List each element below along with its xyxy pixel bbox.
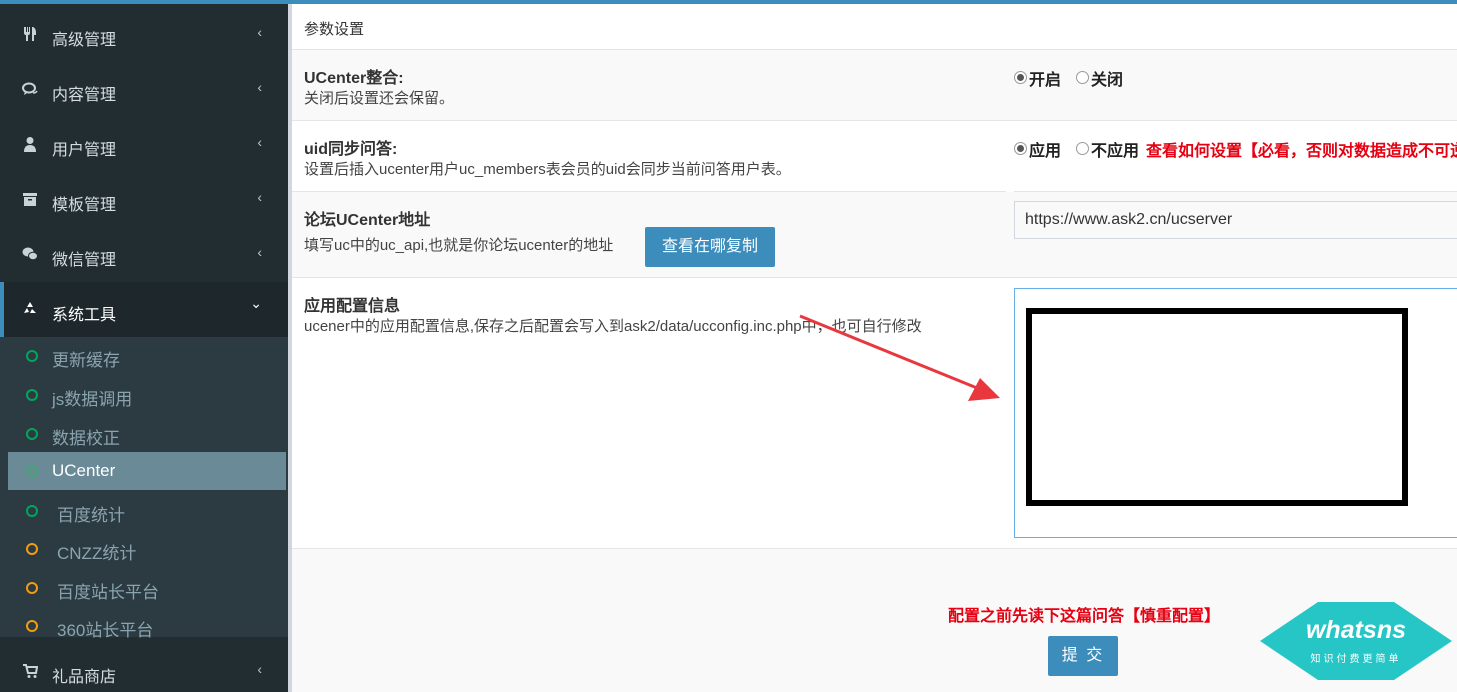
radio-uid-no-apply[interactable]: 不应用 [1076, 137, 1139, 161]
submenu-system-tools: 更新缓存 js数据调用 数据校正 UCenter 百度统计 CNZZ统计 百度站… [0, 337, 288, 640]
forum-url-input[interactable]: https://www.ask2.cn/ucserver [1014, 201, 1457, 239]
submenu-item-baidu-stats[interactable]: 百度统计 [8, 492, 286, 530]
submenu-item-cnzz-stats[interactable]: CNZZ统计 [8, 530, 286, 568]
logo-brand: whatsns [1305, 616, 1407, 644]
sidebar: 高级管理 ‹ 内容管理 ‹ 用户管理 ‹ 模板管理 ‹ 微信管理 ‹ 系统工具 … [0, 4, 288, 692]
sidebar-item-label: 礼品商店 [52, 669, 117, 686]
ucenter-integration-desc: 关闭后设置还会保留。 [304, 90, 455, 107]
cutlery-icon [24, 27, 36, 41]
sidebar-item-content[interactable]: 内容管理 ‹ [0, 62, 288, 117]
circle-icon [26, 620, 38, 632]
recycle-icon [24, 302, 36, 313]
circle-icon [26, 582, 38, 594]
wechat-icon [22, 247, 38, 261]
submenu-item-label: 百度统计 [57, 506, 125, 525]
page-title: 参数设置 [304, 21, 365, 38]
radio-uid-apply[interactable]: 应用 [1014, 137, 1061, 161]
where-to-copy-button[interactable]: 查看在哪复制 [645, 227, 775, 267]
sidebar-item-system-tools[interactable]: 系统工具 ⌄ [0, 282, 288, 337]
whatsns-logo: whatsns 知识付费更简单 [1258, 600, 1454, 682]
submenu-item-data-correction[interactable]: 数据校正 [8, 415, 286, 453]
uid-sync-label: uid同步问答: [304, 141, 398, 158]
chevron-left-icon: ‹ [257, 24, 262, 40]
cart-icon [23, 664, 38, 678]
redaction-box [1026, 308, 1408, 506]
chevron-down-icon: ⌄ [250, 295, 262, 311]
radio-checked-icon [1014, 142, 1027, 155]
divider [292, 120, 1457, 121]
submenu-item-ucenter[interactable]: UCenter [8, 452, 286, 490]
read-first-link[interactable]: 配置之前先读下这篇问答【慎重配置】 [948, 602, 1220, 626]
forum-url-label: 论坛UCenter地址 [304, 212, 431, 229]
submenu-item-label: 360站长平台 [57, 621, 154, 640]
radio-checked-icon [1014, 71, 1027, 84]
submenu-item-update-cache[interactable]: 更新缓存 [8, 337, 286, 375]
sidebar-item-wechat[interactable]: 微信管理 ‹ [0, 227, 288, 282]
sidebar-item-advanced[interactable]: 高级管理 ‹ [0, 7, 288, 62]
circle-icon [26, 428, 38, 440]
submenu-item-label: 更新缓存 [52, 351, 120, 370]
sidebar-item-label: 微信管理 [52, 252, 117, 269]
uid-sync-desc: 设置后插入ucenter用户uc_members表会员的uid会同步当前问答用户… [304, 161, 791, 178]
submit-button[interactable]: 提 交 [1048, 636, 1118, 676]
divider [292, 277, 1457, 278]
radio-label: 不应用 [1091, 143, 1140, 160]
radio-unchecked-icon [1076, 142, 1089, 155]
ucenter-integration-label: UCenter整合: [304, 70, 404, 87]
user-icon [24, 137, 36, 152]
sidebar-item-users[interactable]: 用户管理 ‹ [0, 117, 288, 172]
chat-icon [22, 82, 38, 95]
sidebar-item-label: 系统工具 [52, 307, 117, 324]
forum-url-desc: 填写uc中的uc_api,也就是你论坛ucenter的地址 [304, 237, 614, 254]
sidebar-item-gift-shop[interactable]: 礼品商店 ‹ [0, 644, 288, 692]
radio-ucenter-on[interactable]: 开启 [1014, 66, 1061, 90]
circle-icon [26, 505, 38, 517]
archive-icon [23, 193, 37, 206]
sidebar-item-label: 模板管理 [52, 197, 117, 214]
submenu-item-label: CNZZ统计 [57, 544, 137, 563]
chevron-left-icon: ‹ [257, 79, 262, 95]
row-ucenter-integration [292, 50, 1457, 120]
sidebar-item-label: 高级管理 [52, 32, 117, 49]
sidebar-item-label: 内容管理 [52, 87, 117, 104]
chevron-left-icon: ‹ [257, 244, 262, 260]
submenu-item-js-data[interactable]: js数据调用 [8, 376, 286, 414]
radio-label: 开启 [1029, 72, 1062, 89]
submenu-item-label: UCenter [52, 461, 116, 480]
chevron-left-icon: ‹ [257, 189, 262, 205]
setup-guide-link[interactable]: 查看如何设置【必看，否则对数据造成不可逆 [1146, 137, 1457, 161]
submenu-item-label: 数据校正 [52, 429, 120, 448]
radio-label: 关闭 [1091, 72, 1124, 89]
logo-tagline: 知识付费更简单 [1310, 654, 1402, 665]
radio-label: 应用 [1029, 143, 1062, 160]
radio-ucenter-off[interactable]: 关闭 [1076, 66, 1123, 90]
circle-icon [26, 350, 38, 362]
sidebar-item-templates[interactable]: 模板管理 ‹ [0, 172, 288, 227]
main-content: 参数设置 UCenter整合: 关闭后设置还会保留。 开启 关闭 uid同步问答… [288, 4, 1457, 692]
submenu-item-label: 百度站长平台 [57, 583, 159, 602]
annotation-arrow-icon [799, 314, 1000, 401]
circle-icon [26, 389, 38, 401]
app-config-label: 应用配置信息 [304, 298, 401, 315]
chevron-left-icon: ‹ [257, 661, 262, 677]
radio-unchecked-icon [1076, 71, 1089, 84]
circle-icon [26, 543, 38, 555]
sidebar-item-label: 用户管理 [52, 142, 117, 159]
circle-icon [26, 465, 38, 477]
submenu-item-label: js数据调用 [52, 390, 133, 409]
chevron-left-icon: ‹ [257, 134, 262, 150]
submenu-item-360-webmaster[interactable]: 360站长平台 [8, 607, 286, 645]
submenu-item-baidu-webmaster[interactable]: 百度站长平台 [8, 569, 286, 607]
